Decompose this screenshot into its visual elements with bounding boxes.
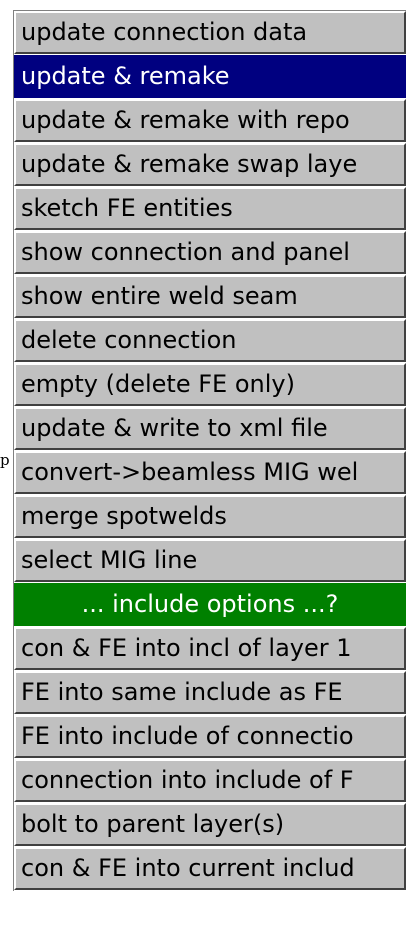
- menu-item-bolt-to-parent-layers[interactable]: bolt to parent layer(s): [14, 803, 406, 846]
- screen: p update connection data update & remake…: [0, 0, 412, 926]
- menu-item-merge-spotwelds[interactable]: merge spotwelds: [14, 495, 406, 538]
- menu-item-convert-beamless-mig[interactable]: convert->beamless MIG wel: [14, 451, 406, 494]
- menu-item-fe-into-same-include[interactable]: FE into same include as FE: [14, 671, 406, 714]
- menu-item-update-connection-data[interactable]: update connection data: [14, 11, 406, 54]
- menu-item-delete-connection[interactable]: delete connection: [14, 319, 406, 362]
- menu-item-include-options-header[interactable]: ... include options ...?: [14, 583, 406, 626]
- menu-item-update-remake-swap-layer[interactable]: update & remake swap laye: [14, 143, 406, 186]
- menu-item-show-connection-and-panel[interactable]: show connection and panel: [14, 231, 406, 274]
- menu-item-sketch-fe-entities[interactable]: sketch FE entities: [14, 187, 406, 230]
- menu-item-update-remake[interactable]: update & remake: [14, 55, 406, 98]
- context-menu: update connection data update & remake u…: [13, 10, 406, 891]
- menu-item-update-write-xml[interactable]: update & write to xml file: [14, 407, 406, 450]
- menu-item-show-entire-weld-seam[interactable]: show entire weld seam: [14, 275, 406, 318]
- stray-text: p: [0, 451, 10, 469]
- menu-item-connection-into-include-of-fe[interactable]: connection into include of F: [14, 759, 406, 802]
- menu-item-update-remake-with-repo[interactable]: update & remake with repo: [14, 99, 406, 142]
- menu-item-select-mig-line[interactable]: select MIG line: [14, 539, 406, 582]
- menu-item-empty-delete-fe-only[interactable]: empty (delete FE only): [14, 363, 406, 406]
- menu-item-con-fe-into-current-include[interactable]: con & FE into current includ: [14, 847, 406, 890]
- menu-item-fe-into-include-of-connection[interactable]: FE into include of connectio: [14, 715, 406, 758]
- menu-item-con-fe-into-incl-of-layer[interactable]: con & FE into incl of layer 1: [14, 627, 406, 670]
